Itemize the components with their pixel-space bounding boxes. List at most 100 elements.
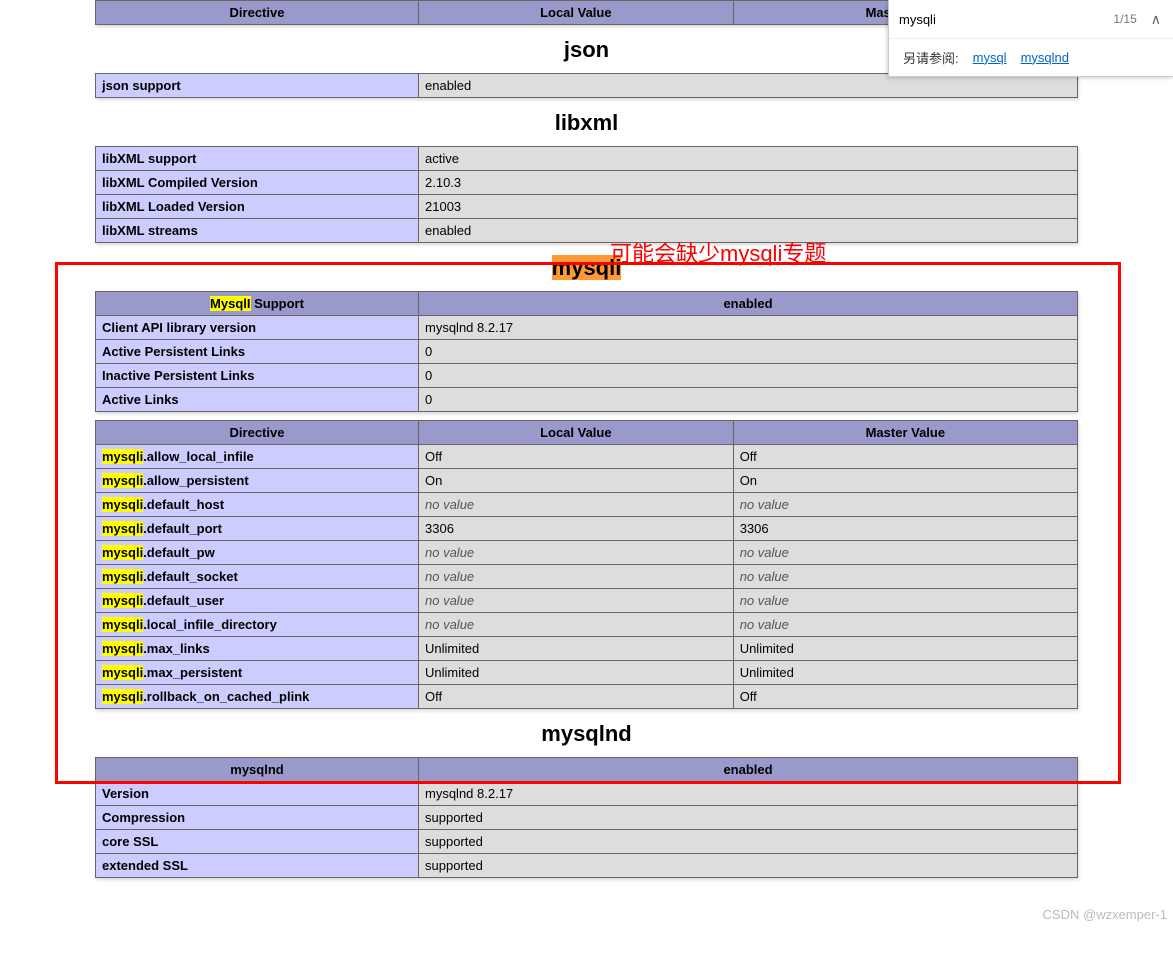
directive-cell: mysqli.allow_persistent bbox=[96, 469, 419, 493]
key-cell: Compression bbox=[96, 806, 419, 830]
table-row: mysqli.local_infile_directory no value n… bbox=[96, 613, 1078, 637]
find-input[interactable] bbox=[897, 11, 1113, 28]
directive-cell: mysqli.default_socket bbox=[96, 565, 419, 589]
col-master-value: Master Value bbox=[733, 421, 1077, 445]
key-cell: Client API library version bbox=[96, 316, 419, 340]
section-mysqli-title: mysqli bbox=[95, 255, 1078, 281]
see-also-label: 另请参阅: bbox=[903, 48, 959, 67]
value-cell: active bbox=[419, 147, 1078, 171]
master-value-cell: 3306 bbox=[733, 517, 1077, 541]
section-mysqlnd-title: mysqlnd bbox=[95, 721, 1078, 747]
table-row: mysqli.allow_persistent On On bbox=[96, 469, 1078, 493]
key-cell: libXML Compiled Version bbox=[96, 171, 419, 195]
local-value-cell: 3306 bbox=[419, 517, 734, 541]
master-value-cell: no value bbox=[733, 541, 1077, 565]
key-cell: json support bbox=[96, 74, 419, 98]
table-row: mysqli.default_user no value no value bbox=[96, 589, 1078, 613]
master-value-cell: Unlimited bbox=[733, 637, 1077, 661]
local-value-cell: no value bbox=[419, 565, 734, 589]
table-row: mysqli.default_port 3306 3306 bbox=[96, 517, 1078, 541]
master-value-cell: Off bbox=[733, 445, 1077, 469]
master-value-cell: no value bbox=[733, 493, 1077, 517]
key-cell: Version bbox=[96, 782, 419, 806]
table-row: mysqli.rollback_on_cached_plink Off Off bbox=[96, 685, 1078, 709]
key-cell: libXML Loaded Version bbox=[96, 195, 419, 219]
libxml-table: libXML support active libXML Compiled Ve… bbox=[95, 146, 1078, 243]
value-cell: supported bbox=[419, 806, 1078, 830]
local-value-cell: On bbox=[419, 469, 734, 493]
mysqlnd-table: mysqlnd enabled Version mysqlnd 8.2.17 C… bbox=[95, 757, 1078, 878]
table-row: core SSL supported bbox=[96, 830, 1078, 854]
mysqli-enabled-header: enabled bbox=[419, 292, 1078, 316]
value-cell: 0 bbox=[419, 340, 1078, 364]
mysqli-title-highlight: mysqli bbox=[552, 255, 622, 280]
local-value-cell: no value bbox=[419, 493, 734, 517]
col-directive: Directive bbox=[96, 1, 419, 25]
value-cell: 21003 bbox=[419, 195, 1078, 219]
local-value-cell: Unlimited bbox=[419, 661, 734, 685]
directive-cell: mysqli.allow_local_infile bbox=[96, 445, 419, 469]
directive-cell: mysqli.local_infile_directory bbox=[96, 613, 419, 637]
table-row: libXML Compiled Version 2.10.3 bbox=[96, 171, 1078, 195]
find-prev-icon[interactable]: ∧ bbox=[1147, 11, 1165, 28]
col-local-value: Local Value bbox=[419, 421, 734, 445]
table-row: libXML support active bbox=[96, 147, 1078, 171]
table-row: Active Persistent Links 0 bbox=[96, 340, 1078, 364]
key-cell: extended SSL bbox=[96, 854, 419, 878]
find-bar: 1/15 ∧ 另请参阅: mysql mysqlnd bbox=[888, 0, 1173, 77]
table-row: mysqli.default_pw no value no value bbox=[96, 541, 1078, 565]
directive-cell: mysqli.default_host bbox=[96, 493, 419, 517]
master-value-cell: Off bbox=[733, 685, 1077, 709]
col-local-value: Local Value bbox=[419, 1, 734, 25]
local-value-cell: no value bbox=[419, 589, 734, 613]
value-cell: enabled bbox=[419, 74, 1078, 98]
key-cell: Active Links bbox=[96, 388, 419, 412]
table-row: extended SSL supported bbox=[96, 854, 1078, 878]
master-value-cell: On bbox=[733, 469, 1077, 493]
mysqli-support-suffix: Support bbox=[251, 296, 304, 311]
table-row: json support enabled bbox=[96, 74, 1078, 98]
mysqlnd-name-header: mysqlnd bbox=[96, 758, 419, 782]
directive-cell: mysqli.rollback_on_cached_plink bbox=[96, 685, 419, 709]
section-libxml-title: libxml bbox=[95, 110, 1078, 136]
see-also-link-mysql[interactable]: mysql bbox=[973, 50, 1007, 65]
col-directive: Directive bbox=[96, 421, 419, 445]
directive-cell: mysqli.default_port bbox=[96, 517, 419, 541]
see-also-link-mysqlnd[interactable]: mysqlnd bbox=[1021, 50, 1069, 65]
key-cell: Active Persistent Links bbox=[96, 340, 419, 364]
value-cell: mysqlnd 8.2.17 bbox=[419, 782, 1078, 806]
mysqli-support-header: MysqlI Support bbox=[96, 292, 419, 316]
directive-cell: mysqli.default_pw bbox=[96, 541, 419, 565]
table-row: mysqli.default_host no value no value bbox=[96, 493, 1078, 517]
directive-cell: mysqli.max_links bbox=[96, 637, 419, 661]
find-count: 1/15 bbox=[1113, 12, 1136, 26]
mysqli-support-prefix: MysqlI bbox=[210, 296, 250, 311]
local-value-cell: no value bbox=[419, 541, 734, 565]
table-row: libXML streams enabled bbox=[96, 219, 1078, 243]
table-row: Active Links 0 bbox=[96, 388, 1078, 412]
value-cell: supported bbox=[419, 830, 1078, 854]
local-value-cell: no value bbox=[419, 613, 734, 637]
master-value-cell: no value bbox=[733, 589, 1077, 613]
table-row: Version mysqlnd 8.2.17 bbox=[96, 782, 1078, 806]
mysqli-info-table: MysqlI Support enabled Client API librar… bbox=[95, 291, 1078, 412]
master-value-cell: no value bbox=[733, 565, 1077, 589]
directive-cell: mysqli.max_persistent bbox=[96, 661, 419, 685]
key-cell: core SSL bbox=[96, 830, 419, 854]
value-cell: 2.10.3 bbox=[419, 171, 1078, 195]
table-row: mysqli.default_socket no value no value bbox=[96, 565, 1078, 589]
table-row: mysqli.max_persistent Unlimited Unlimite… bbox=[96, 661, 1078, 685]
value-cell: enabled bbox=[419, 219, 1078, 243]
directive-cell: mysqli.default_user bbox=[96, 589, 419, 613]
mysqli-directives-table: Directive Local Value Master Value mysql… bbox=[95, 420, 1078, 709]
value-cell: supported bbox=[419, 854, 1078, 878]
key-cell: libXML support bbox=[96, 147, 419, 171]
key-cell: libXML streams bbox=[96, 219, 419, 243]
local-value-cell: Off bbox=[419, 445, 734, 469]
table-row: libXML Loaded Version 21003 bbox=[96, 195, 1078, 219]
key-cell: Inactive Persistent Links bbox=[96, 364, 419, 388]
value-cell: 0 bbox=[419, 364, 1078, 388]
mysqlnd-enabled-header: enabled bbox=[419, 758, 1078, 782]
local-value-cell: Unlimited bbox=[419, 637, 734, 661]
value-cell: 0 bbox=[419, 388, 1078, 412]
